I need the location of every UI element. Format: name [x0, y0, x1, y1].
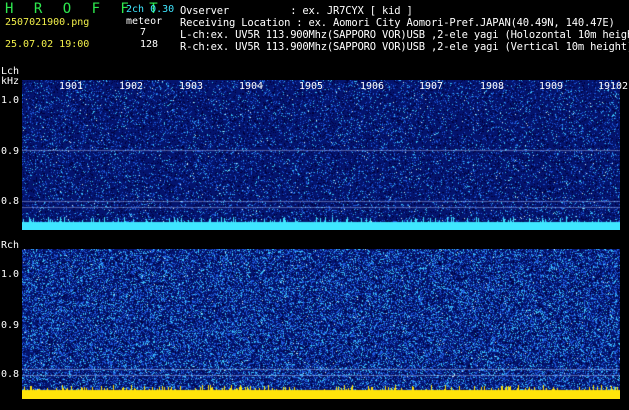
location-line: Receiving Location : ex. Aomori City Aom… — [180, 17, 615, 29]
lch-waterfall — [22, 80, 620, 230]
lch-tick-1: 1.0 — [1, 95, 20, 106]
mode-label: meteor — [126, 16, 163, 27]
count-r: 128 — [140, 39, 159, 50]
lch-tick-2: 0.9 — [1, 146, 20, 157]
rch-tick-1: 1.0 — [1, 269, 20, 280]
count-l: 7 — [140, 27, 147, 38]
rch-tick-3: 0.8 — [1, 369, 20, 380]
channel-info: 2ch 0.30 — [126, 4, 175, 15]
rch-info-line: R-ch:ex. UV5R 113.900Mhz(SAPPORO VOR)USB… — [180, 41, 629, 53]
hour-label: 2 — [622, 81, 629, 92]
rch-tick-2: 0.9 — [1, 320, 20, 331]
rch-waterfall — [22, 249, 620, 399]
date-time: 25.07.02 19:00 — [5, 39, 90, 50]
file-name: 2507021900.png — [5, 17, 90, 28]
observer-line: Ovserver : ex. JR7CYX [ kid ] — [180, 5, 413, 17]
lch-info-line: L-ch:ex. UV5R 113.900Mhz(SAPPORO VOR)USB… — [180, 29, 629, 41]
lch-tick-3: 0.8 — [1, 196, 20, 207]
rch-label: Rch — [1, 240, 20, 251]
lch-unit: kHz — [1, 76, 20, 87]
